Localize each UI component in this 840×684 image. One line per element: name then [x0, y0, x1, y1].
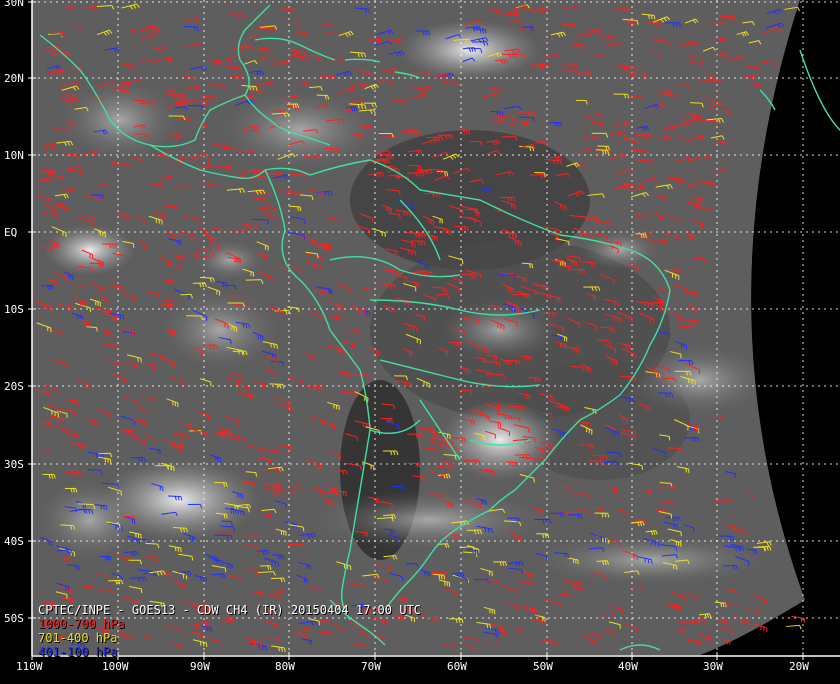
lon-label-20w: 20W	[789, 660, 809, 673]
legend-mid-level: 701-400 hPa	[38, 631, 421, 645]
lat-label-20s: 20S	[4, 380, 24, 393]
lon-label-40w: 40W	[618, 660, 638, 673]
legend-high-level: 401-100 hPa	[38, 645, 421, 659]
lat-label-50s: 50S	[4, 612, 24, 625]
map-canvas	[0, 0, 840, 680]
lon-label-90w: 90W	[190, 660, 210, 673]
lat-label-40s: 40S	[4, 535, 24, 548]
lon-label-100w: 100W	[102, 660, 129, 673]
lon-label-70w: 70W	[361, 660, 381, 673]
product-caption: CPTEC/INPE - GOES13 - CDW CH4 (IR) 20150…	[38, 603, 421, 617]
lon-label-50w: 50W	[533, 660, 553, 673]
lat-label-10s: 10S	[4, 303, 24, 316]
lat-label-10n: 10N	[4, 149, 24, 162]
legend: CPTEC/INPE - GOES13 - CDW CH4 (IR) 20150…	[38, 603, 421, 659]
lon-label-110w: 110W	[16, 660, 43, 673]
lat-label-30s: 30S	[4, 458, 24, 471]
lon-label-80w: 80W	[275, 660, 295, 673]
lat-label-30n: 30N	[4, 0, 24, 9]
lat-label-eq: EQ	[4, 226, 17, 239]
legend-low-level: 1000-700 hPa	[38, 617, 421, 631]
lon-label-60w: 60W	[447, 660, 467, 673]
satellite-map: 30N 20N 10N EQ 10S 20S 30S 40S 50S 110W …	[0, 0, 840, 680]
lon-label-30w: 30W	[703, 660, 723, 673]
lat-label-20n: 20N	[4, 72, 24, 85]
